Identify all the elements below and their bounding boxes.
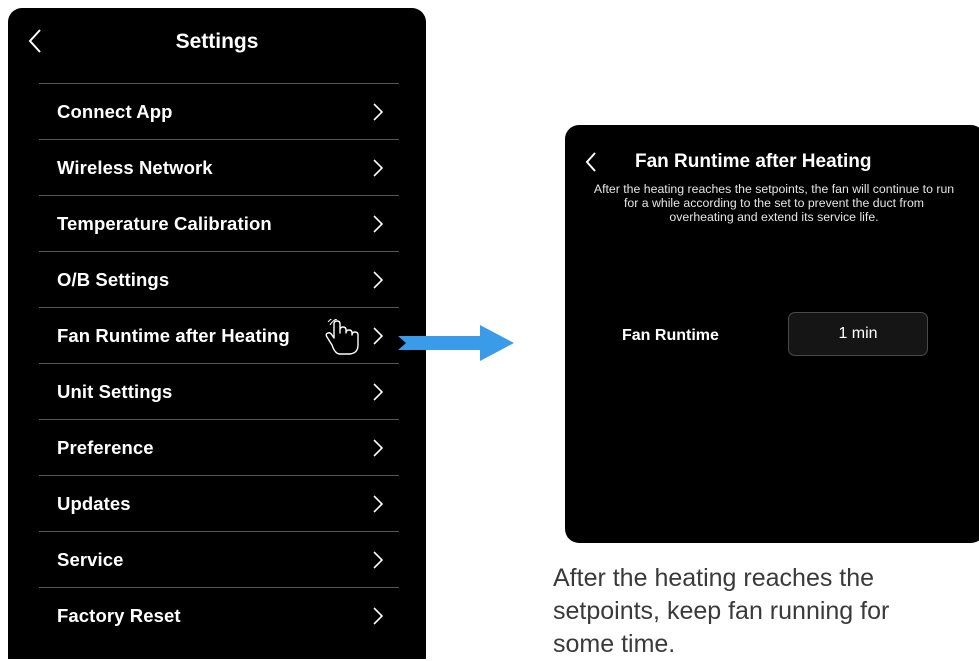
menu-item-unit-settings[interactable]: Unit Settings [39,364,399,420]
menu-item-factory-reset[interactable]: Factory Reset [39,588,399,644]
page-title: Settings [175,30,259,53]
menu-item-updates[interactable]: Updates [39,476,399,532]
menu-item-fan-runtime-after-heating[interactable]: Fan Runtime after Heating [39,308,399,364]
menu-item-label: Wireless Network [57,156,213,178]
fan-runtime-value-button[interactable]: 1 min [788,312,928,356]
fan-runtime-label: Fan Runtime [622,327,719,344]
settings-menu: Connect App Wireless Network Temperature… [39,83,399,644]
menu-item-preference[interactable]: Preference [39,420,399,476]
menu-item-label: Preference [57,436,154,458]
menu-item-label: Unit Settings [57,380,173,402]
settings-screen: Settings Connect App Wireless Network Te… [8,8,426,659]
chevron-right-icon [373,214,383,233]
menu-item-label: Service [57,548,124,570]
hand-pointer-icon [322,316,366,362]
chevron-right-icon [373,438,383,457]
caption-text: After the heating reaches the setpoints,… [553,564,890,658]
chevron-right-icon [373,270,383,289]
menu-item-connect-app[interactable]: Connect App [39,84,399,140]
menu-item-label: O/B Settings [57,268,170,290]
menu-item-ob-settings[interactable]: O/B Settings [39,252,399,308]
menu-item-label: Updates [57,492,131,514]
menu-item-label: Temperature Calibration [57,212,272,234]
menu-item-temperature-calibration[interactable]: Temperature Calibration [39,196,399,252]
chevron-right-icon [373,326,383,345]
fan-runtime-screen: Fan Runtime after Heating After the heat… [565,125,979,543]
menu-item-label: Factory Reset [57,605,181,626]
back-chevron-icon[interactable] [585,151,597,178]
chevron-right-icon [373,494,383,513]
description-text: After the heating reaches the setpoints,… [593,182,955,224]
chevron-right-icon [373,550,383,569]
menu-item-service[interactable]: Service [39,532,399,588]
chevron-right-icon [373,607,383,625]
chevron-right-icon [373,158,383,177]
arrow-right-icon [398,325,514,366]
menu-item-label: Fan Runtime after Heating [57,324,290,346]
screen-title: Fan Runtime after Heating [635,151,872,172]
chevron-right-icon [373,382,383,401]
menu-item-label: Connect App [57,100,173,122]
chevron-right-icon [373,102,383,121]
menu-item-wireless-network[interactable]: Wireless Network [39,140,399,196]
